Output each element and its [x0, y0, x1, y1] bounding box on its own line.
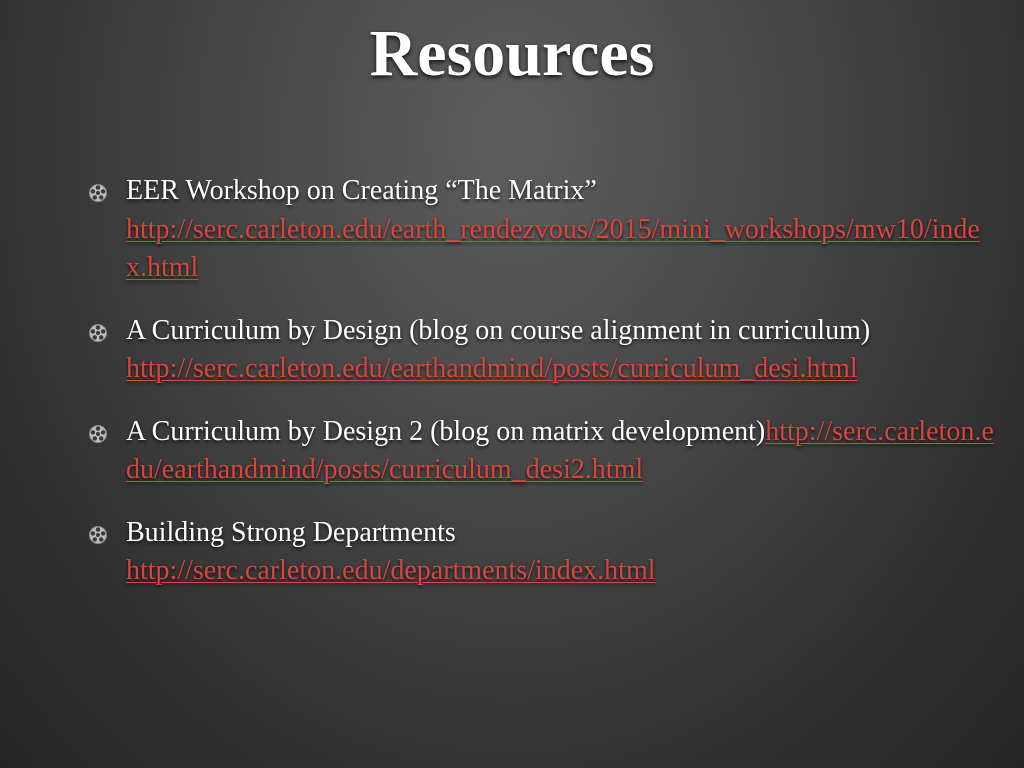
- resource-link[interactable]: http://serc.carleton.edu/earthandmind/po…: [126, 353, 858, 384]
- film-reel-icon: [89, 525, 107, 544]
- resource-list: EER Workshop on Creating “The Matrix” ht…: [84, 172, 999, 615]
- slide: Resources EER Workshop on Creating “The …: [0, 0, 1024, 768]
- resource-link[interactable]: http://serc.carleton.edu/earth_rendezvou…: [126, 214, 980, 284]
- film-reel-icon: [89, 184, 107, 202]
- list-item: A Curriculum by Design (blog on course a…: [84, 312, 999, 389]
- bullet-text: Building Strong Departments: [126, 516, 456, 548]
- bullet-text: A Curriculum by Design 2 (blog on matrix…: [126, 415, 766, 447]
- film-reel-icon: [89, 323, 107, 342]
- film-reel-icon: [89, 424, 107, 443]
- bullet-text: EER Workshop on Creating “The Matrix”: [126, 175, 597, 206]
- list-item: Building Strong Departments http://serc.…: [84, 514, 999, 591]
- slide-title: Resources: [369, 17, 655, 90]
- list-item: A Curriculum by Design 2 (blog on matrix…: [84, 413, 999, 490]
- list-item: EER Workshop on Creating “The Matrix” ht…: [84, 172, 999, 288]
- bullet-text: A Curriculum by Design (blog on course a…: [126, 314, 871, 346]
- resource-link[interactable]: http://serc.carleton.edu/departments/ind…: [126, 555, 656, 586]
